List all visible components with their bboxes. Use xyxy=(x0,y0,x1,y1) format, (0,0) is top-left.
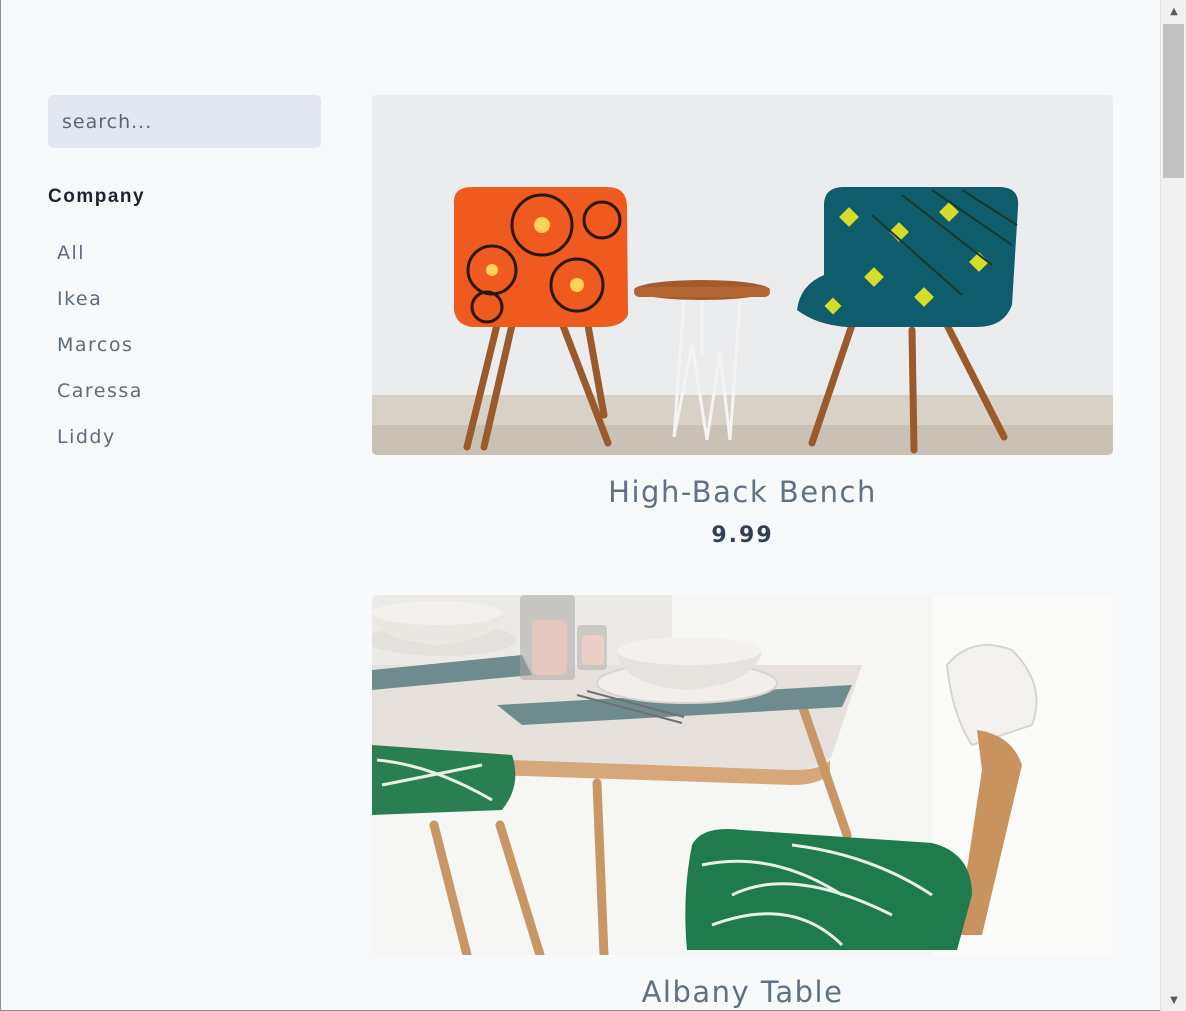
product-price: 9.99 xyxy=(711,523,774,548)
product-name[interactable]: Albany Table xyxy=(372,975,1113,1009)
window-frame-left xyxy=(0,0,1,1011)
product-image-chairs[interactable] xyxy=(372,95,1113,455)
filter-sidebar: Company All Ikea Marcos Caressa Liddy xyxy=(48,95,321,460)
product-image-table[interactable] xyxy=(372,595,1113,955)
vertical-scrollbar[interactable]: ▲ ▼ xyxy=(1160,0,1186,1011)
product-photo-table xyxy=(372,595,1113,955)
product-card[interactable]: Albany Table xyxy=(372,595,1113,1009)
product-name[interactable]: High-Back Bench xyxy=(372,475,1113,509)
search-input[interactable] xyxy=(48,95,321,148)
product-grid: High-Back Bench 9.99 Albany Table xyxy=(372,95,1113,1011)
scroll-thumb[interactable] xyxy=(1163,24,1184,178)
company-filter-caressa[interactable]: Caressa xyxy=(48,368,143,414)
company-filter-liddy[interactable]: Liddy xyxy=(48,414,116,460)
company-filter-ikea[interactable]: Ikea xyxy=(48,276,102,322)
product-card[interactable]: High-Back Bench 9.99 xyxy=(372,95,1113,548)
scroll-down-arrow-icon[interactable]: ▼ xyxy=(1161,989,1186,1011)
company-list: All Ikea Marcos Caressa Liddy xyxy=(48,230,321,460)
product-photo-chairs xyxy=(372,95,1113,455)
company-heading: Company xyxy=(48,186,146,207)
company-filter-all[interactable]: All xyxy=(48,230,85,276)
company-filter-marcos[interactable]: Marcos xyxy=(48,322,133,368)
scroll-up-arrow-icon[interactable]: ▲ xyxy=(1161,0,1186,22)
